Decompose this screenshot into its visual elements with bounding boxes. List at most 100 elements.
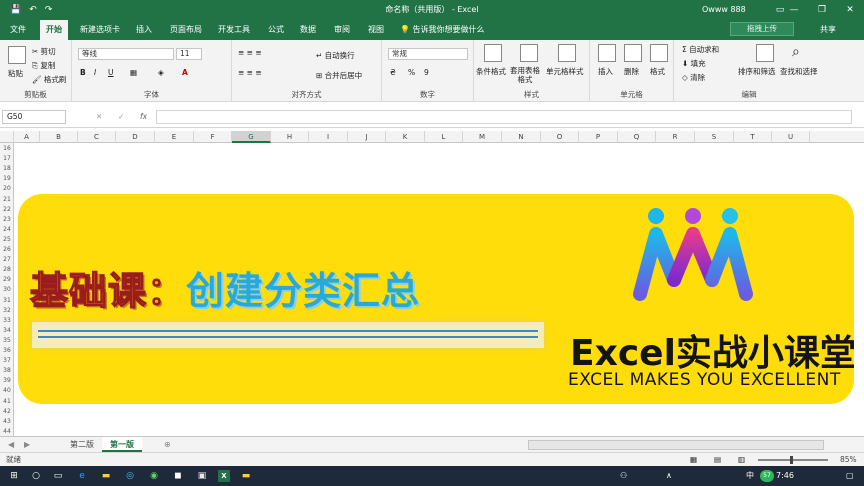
row-header[interactable]: 28: [0, 265, 14, 274]
align-left-icon[interactable]: ≡ ≡ ≡: [238, 68, 262, 77]
font-color-icon[interactable]: A: [182, 68, 188, 77]
column-header-b[interactable]: B: [40, 131, 78, 143]
autosum-button[interactable]: Σ 自动求和: [682, 44, 719, 55]
zoom-level[interactable]: 85%: [840, 453, 857, 467]
tray-arrow-icon[interactable]: ∧: [666, 466, 672, 486]
column-header-n[interactable]: N: [502, 131, 541, 143]
bold-button[interactable]: B: [80, 68, 86, 77]
prev-sheet-icon[interactable]: ◀: [8, 437, 14, 453]
delete-cells-button[interactable]: 删除: [624, 66, 639, 77]
column-header-h[interactable]: H: [271, 131, 309, 143]
tab-insert[interactable]: 插入: [130, 20, 158, 40]
zoom-slider[interactable]: [758, 459, 828, 461]
tab-new[interactable]: 新建选项卡: [74, 20, 126, 40]
column-header-i[interactable]: I: [309, 131, 348, 143]
sheet-tab-1[interactable]: 第二版: [62, 437, 102, 452]
row-header[interactable]: 35: [0, 336, 14, 345]
wrap-text-button[interactable]: ↵ 自动换行: [316, 50, 355, 61]
format-cells-button[interactable]: 格式: [650, 66, 665, 77]
explorer-icon[interactable]: ▬: [100, 470, 112, 482]
tab-home[interactable]: 开始: [40, 20, 68, 40]
edge-icon[interactable]: e: [76, 470, 88, 482]
folder-icon[interactable]: ▬: [240, 470, 252, 482]
column-header-p[interactable]: P: [579, 131, 618, 143]
fill-button[interactable]: ⬇ 填充: [682, 58, 706, 69]
clear-button[interactable]: ◇ 清除: [682, 72, 705, 83]
column-header-d[interactable]: D: [116, 131, 155, 143]
font-size-select[interactable]: 11: [176, 48, 202, 60]
column-header-q[interactable]: Q: [618, 131, 656, 143]
format-table-icon[interactable]: [520, 44, 538, 62]
sort-filter-button[interactable]: 排序和筛选: [738, 66, 776, 77]
tab-formulas[interactable]: 公式: [262, 20, 290, 40]
find-select-button[interactable]: 查找和选择: [780, 66, 818, 77]
row-header[interactable]: 43: [0, 417, 14, 426]
tab-review[interactable]: 审阅: [328, 20, 356, 40]
column-header-r[interactable]: R: [656, 131, 695, 143]
row-header[interactable]: 40: [0, 386, 14, 395]
row-header[interactable]: 30: [0, 285, 14, 294]
row-header[interactable]: 42: [0, 407, 14, 416]
row-header[interactable]: 23: [0, 215, 14, 224]
tab-developer[interactable]: 开发工具: [212, 20, 256, 40]
row-header[interactable]: 25: [0, 235, 14, 244]
column-header-g[interactable]: G: [232, 131, 271, 143]
conditional-format-button[interactable]: 条件格式: [476, 66, 506, 77]
fill-color-icon[interactable]: ◈: [158, 68, 164, 77]
close-button[interactable]: ✕: [836, 0, 864, 20]
row-header[interactable]: 18: [0, 164, 14, 173]
column-header-o[interactable]: O: [541, 131, 579, 143]
task-view-icon[interactable]: ▭: [52, 470, 64, 482]
people-icon[interactable]: ⚇: [620, 466, 627, 486]
format-painter-button[interactable]: 🖌 格式刷: [32, 74, 66, 85]
add-sheet-icon[interactable]: ⊕: [156, 437, 179, 452]
select-all-corner[interactable]: [0, 131, 14, 143]
row-header[interactable]: 24: [0, 225, 14, 234]
normal-view-icon[interactable]: ▦: [690, 455, 697, 464]
row-header[interactable]: 38: [0, 366, 14, 375]
number-format-select[interactable]: 常规: [388, 48, 468, 60]
row-header[interactable]: 41: [0, 397, 14, 406]
sort-filter-icon[interactable]: [756, 44, 774, 62]
merge-center-button[interactable]: ⊞ 合并后居中: [316, 70, 362, 81]
paste-button[interactable]: 粘贴: [8, 68, 23, 79]
tab-file[interactable]: 文件: [4, 20, 32, 40]
column-header-k[interactable]: K: [386, 131, 425, 143]
next-sheet-icon[interactable]: ▶: [24, 437, 30, 453]
undo-icon[interactable]: ↶: [29, 0, 37, 20]
excel-taskbar-icon[interactable]: X: [218, 470, 230, 482]
app-icon-4[interactable]: ▣: [196, 470, 208, 482]
tab-view[interactable]: 视图: [362, 20, 390, 40]
percent-button[interactable]: %: [408, 68, 415, 77]
row-header[interactable]: 31: [0, 296, 14, 305]
format-cells-icon[interactable]: [650, 44, 668, 62]
tab-page-layout[interactable]: 页面布局: [164, 20, 208, 40]
app-icon-3[interactable]: ◼: [172, 470, 184, 482]
save-icon[interactable]: 💾: [10, 0, 21, 20]
column-header-t[interactable]: T: [734, 131, 772, 143]
cell-styles-icon[interactable]: [558, 44, 576, 62]
page-break-view-icon[interactable]: ▥: [738, 455, 745, 464]
search-icon[interactable]: ○: [30, 470, 42, 482]
tell-me-search[interactable]: 💡 告诉我你想要做什么: [400, 20, 485, 40]
row-header[interactable]: 39: [0, 376, 14, 385]
restore-button[interactable]: ❐: [808, 0, 836, 20]
row-header[interactable]: 32: [0, 306, 14, 315]
row-header[interactable]: 44: [0, 427, 14, 436]
border-icon[interactable]: ▦: [130, 68, 137, 77]
cut-button[interactable]: ✂ 剪切: [32, 46, 56, 57]
conditional-format-icon[interactable]: [484, 44, 502, 62]
app-icon-2[interactable]: ◉: [148, 470, 160, 482]
comma-button[interactable]: 9: [424, 68, 429, 77]
horizontal-scrollbar[interactable]: [528, 440, 824, 450]
share-button[interactable]: 共享: [820, 20, 836, 40]
align-top-icon[interactable]: ≡ ≡ ≡: [238, 48, 262, 57]
column-header-c[interactable]: C: [78, 131, 116, 143]
insert-cells-icon[interactable]: [598, 44, 616, 62]
cell-styles-button[interactable]: 单元格样式: [546, 66, 584, 77]
column-header-s[interactable]: S: [695, 131, 734, 143]
column-header-m[interactable]: M: [463, 131, 502, 143]
confirm-icon[interactable]: ✓: [118, 112, 124, 121]
font-name-select[interactable]: 等线: [78, 48, 174, 60]
row-header[interactable]: 26: [0, 245, 14, 254]
